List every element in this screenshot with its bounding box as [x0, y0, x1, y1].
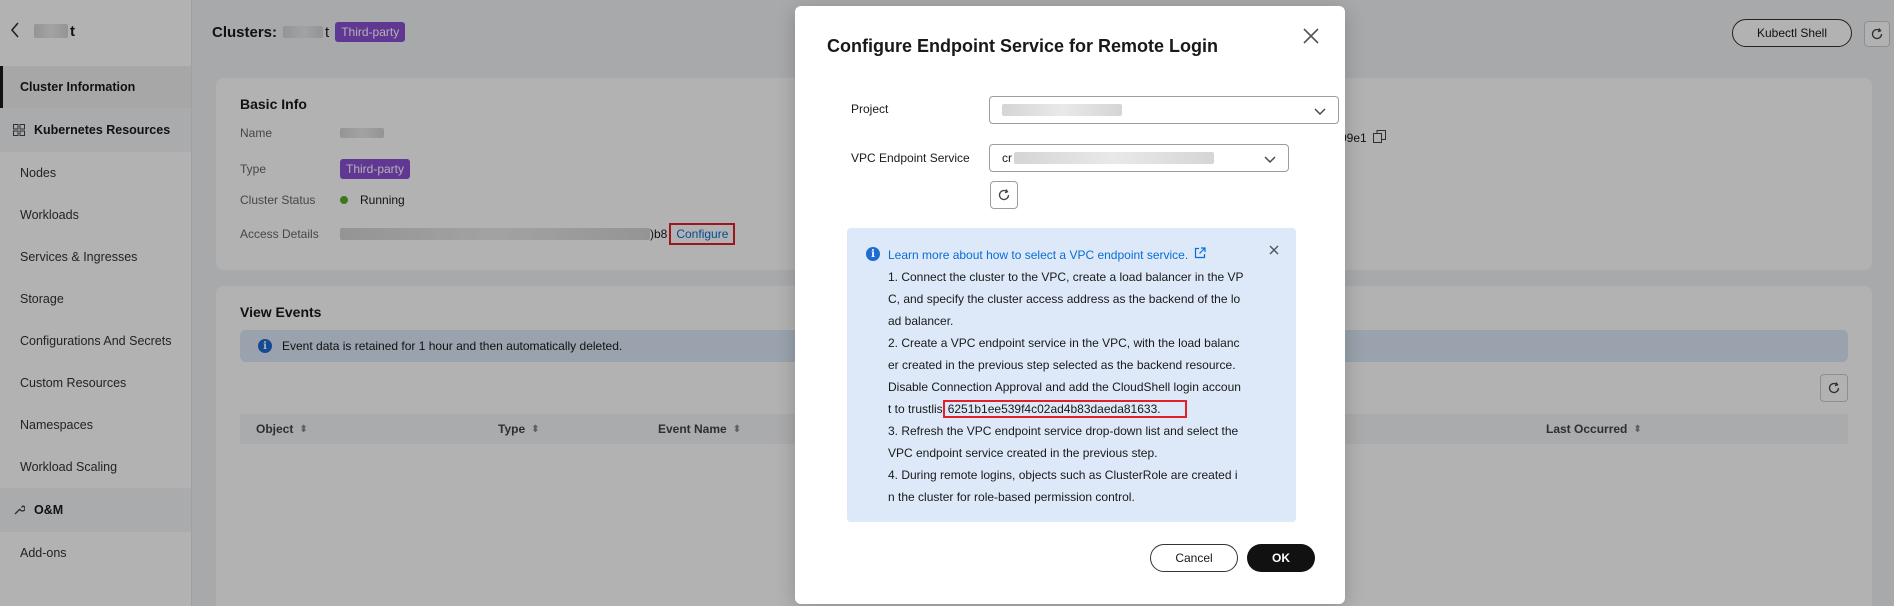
guide-line: 3. Refresh the VPC endpoint service drop… — [888, 424, 1239, 438]
learn-more-link-text: Learn more about how to select a VPC end… — [888, 247, 1189, 262]
redacted-text — [1014, 152, 1214, 164]
close-icon[interactable] — [1299, 24, 1323, 48]
guide-line: ad balancer. — [888, 314, 954, 328]
chevron-down-icon — [1264, 153, 1276, 167]
project-label: Project — [851, 102, 889, 116]
vpc-endpoint-service-label: VPC Endpoint Service — [851, 151, 970, 165]
vpc-endpoint-service-select[interactable]: cr — [989, 144, 1289, 172]
external-link-icon — [1194, 247, 1206, 262]
cloudshell-account-id: 6251b1ee539f4c02ad4b83daeda81633. — [942, 400, 1187, 418]
guide-line: 1. Connect the cluster to the VPC, creat… — [888, 270, 1244, 284]
dialog-title: Configure Endpoint Service for Remote Lo… — [827, 36, 1219, 56]
guide-alert: i Learn more about how to select a VPC e… — [847, 228, 1296, 522]
guide-line: C, and specify the cluster access addres… — [888, 292, 1241, 306]
vpc-endpoint-service-value: cr — [1002, 151, 1012, 165]
configure-endpoint-dialog: Configure Endpoint Service for Remote Lo… — [795, 6, 1345, 604]
guide-line: 4. During remote logins, objects such as… — [888, 468, 1238, 482]
ok-button[interactable]: OK — [1247, 544, 1315, 572]
learn-more-link[interactable]: Learn more about how to select a VPC end… — [888, 247, 1206, 262]
close-icon[interactable] — [1266, 242, 1282, 258]
guide-line: n the cluster for role-based permission … — [888, 490, 1135, 504]
project-select[interactable] — [989, 96, 1339, 124]
guide-line-trustlist: t to trustlis 6251b1ee539f4c02ad4b83daeda… — [888, 398, 1248, 420]
refresh-icon[interactable] — [990, 181, 1018, 209]
guide-line: Disable Connection Approval and add the … — [888, 380, 1241, 394]
chevron-down-icon — [1314, 105, 1326, 119]
cancel-button[interactable]: Cancel — [1150, 544, 1238, 572]
guide-line-text: t to trustlis — [888, 402, 943, 416]
guide-line: VPC endpoint service created in the prev… — [888, 446, 1158, 460]
info-icon: i — [866, 247, 880, 261]
redacted-text — [1002, 104, 1122, 116]
guide-line: 2. Create a VPC endpoint service in the … — [888, 336, 1240, 350]
guide-line: er created in the previous step selected… — [888, 358, 1236, 372]
guide-steps: 1. Connect the cluster to the VPC, creat… — [888, 266, 1248, 508]
